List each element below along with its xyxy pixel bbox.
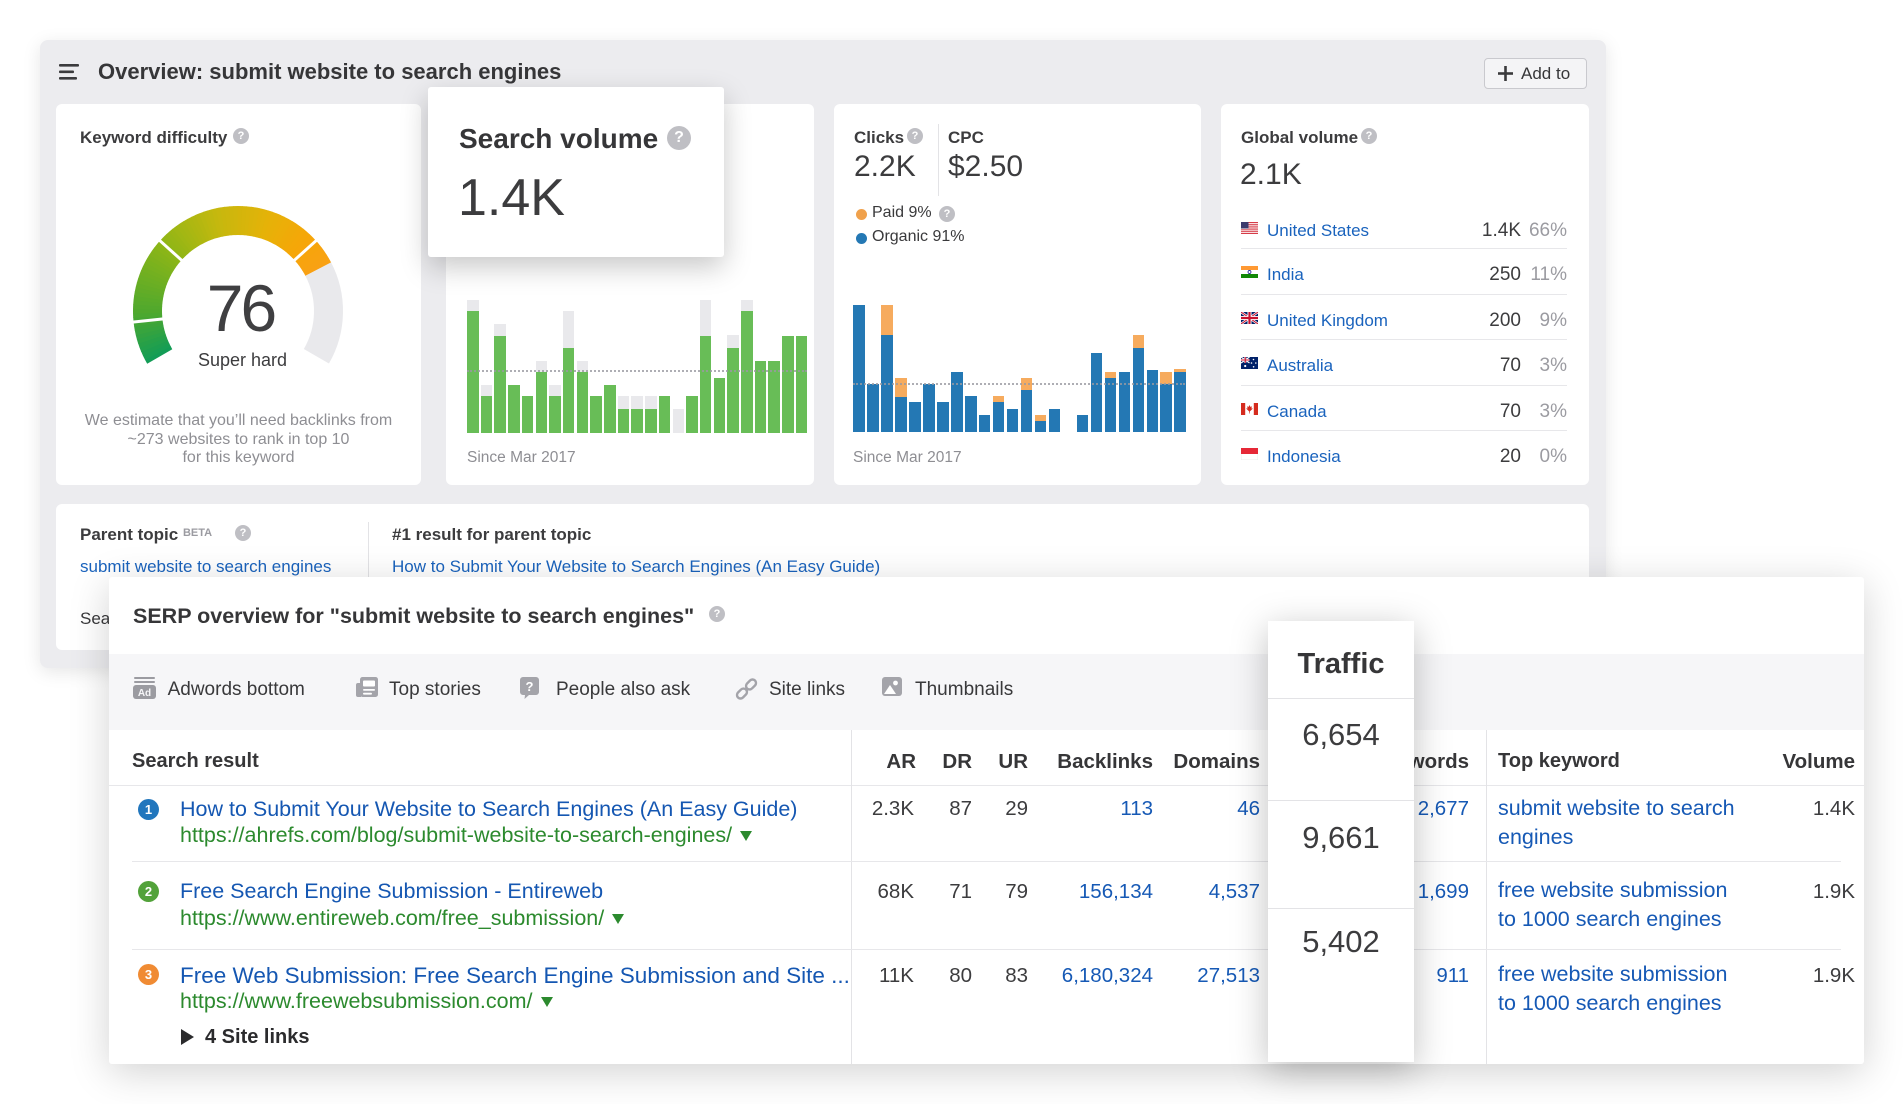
svg-text:?: ? <box>526 679 534 694</box>
svg-text:Ad: Ad <box>138 688 151 699</box>
